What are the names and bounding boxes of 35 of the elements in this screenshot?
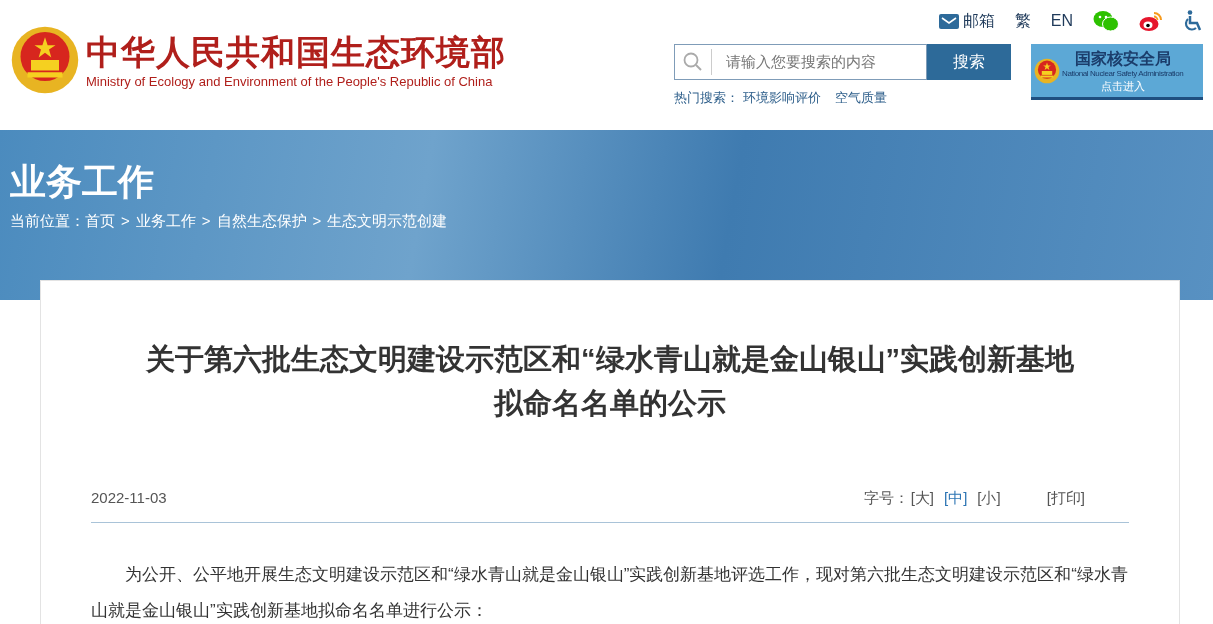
hot-search-label: 热门搜索： [674, 89, 739, 107]
emblem-icon [1034, 57, 1060, 84]
font-size-option[interactable]: [大] [910, 487, 934, 510]
chat-bubbles-icon[interactable] [1093, 10, 1119, 32]
hot-search-link[interactable]: 环境影响评价 [743, 88, 821, 108]
language-link[interactable]: EN [1050, 9, 1073, 33]
font-size-option[interactable]: [小] [977, 487, 1001, 510]
weibo-eye-icon[interactable] [1139, 10, 1163, 32]
ministry-subtitle: Ministry of Ecology and Environment of the People's Republic of China [86, 74, 494, 90]
nnsa-title: 国家核安全局 [1074, 48, 1171, 69]
breadcrumb-separator: > [121, 211, 130, 231]
print-link[interactable]: [打印] [1046, 487, 1085, 510]
nnsa-subtitle: National Nuclear Safety Administration [1062, 68, 1184, 79]
hot-search-link[interactable]: 空气质量 [835, 88, 887, 108]
search-icon [683, 52, 703, 72]
mailbox-link[interactable]: 邮箱 [938, 9, 995, 33]
envelope-icon [938, 13, 959, 29]
breadcrumb-label: 当前位置： [10, 211, 85, 231]
breadcrumb-separator: > [201, 211, 211, 231]
font-size-option[interactable]: [中] [943, 487, 968, 510]
national-emblem-icon [10, 25, 80, 95]
search-field[interactable]: 请输入您要搜索的内容 [674, 44, 927, 80]
article-paragraph: 为公开、公平地开展生态文明建设示范区和“绿水青山就是金山银山”实践创新基地评选工作，现对第六批生态文明建设示范区和“绿水青山就是金山银山”实践创新基地拟命名名单进行公示： [91, 563, 1129, 622]
article-title: 关于第六批生态文明建设示范区和“绿水青山就是金山银山”实践创新基地拟命名名单的公示 [145, 342, 1075, 421]
ministry-title: 中华人民共和国生态环境部 [86, 32, 506, 73]
breadcrumb-separator: > [312, 211, 322, 231]
nnsa-banner[interactable]: 国家核安全局 National Nuclear Safety Administration 点击进入 [1031, 44, 1203, 100]
search-button[interactable]: 搜索 [927, 44, 1011, 80]
enter-link: 点击进入 [1100, 78, 1145, 93]
section-title: 业务工作 [10, 160, 155, 204]
wheelchair-icon[interactable] [1183, 10, 1203, 32]
search-input[interactable]: 请输入您要搜索的内容 [726, 50, 916, 74]
article-date: 2022-11-03 [91, 488, 167, 508]
language-link[interactable]: 繁 [1014, 9, 1031, 33]
font-size-label: 字号： [863, 488, 909, 508]
